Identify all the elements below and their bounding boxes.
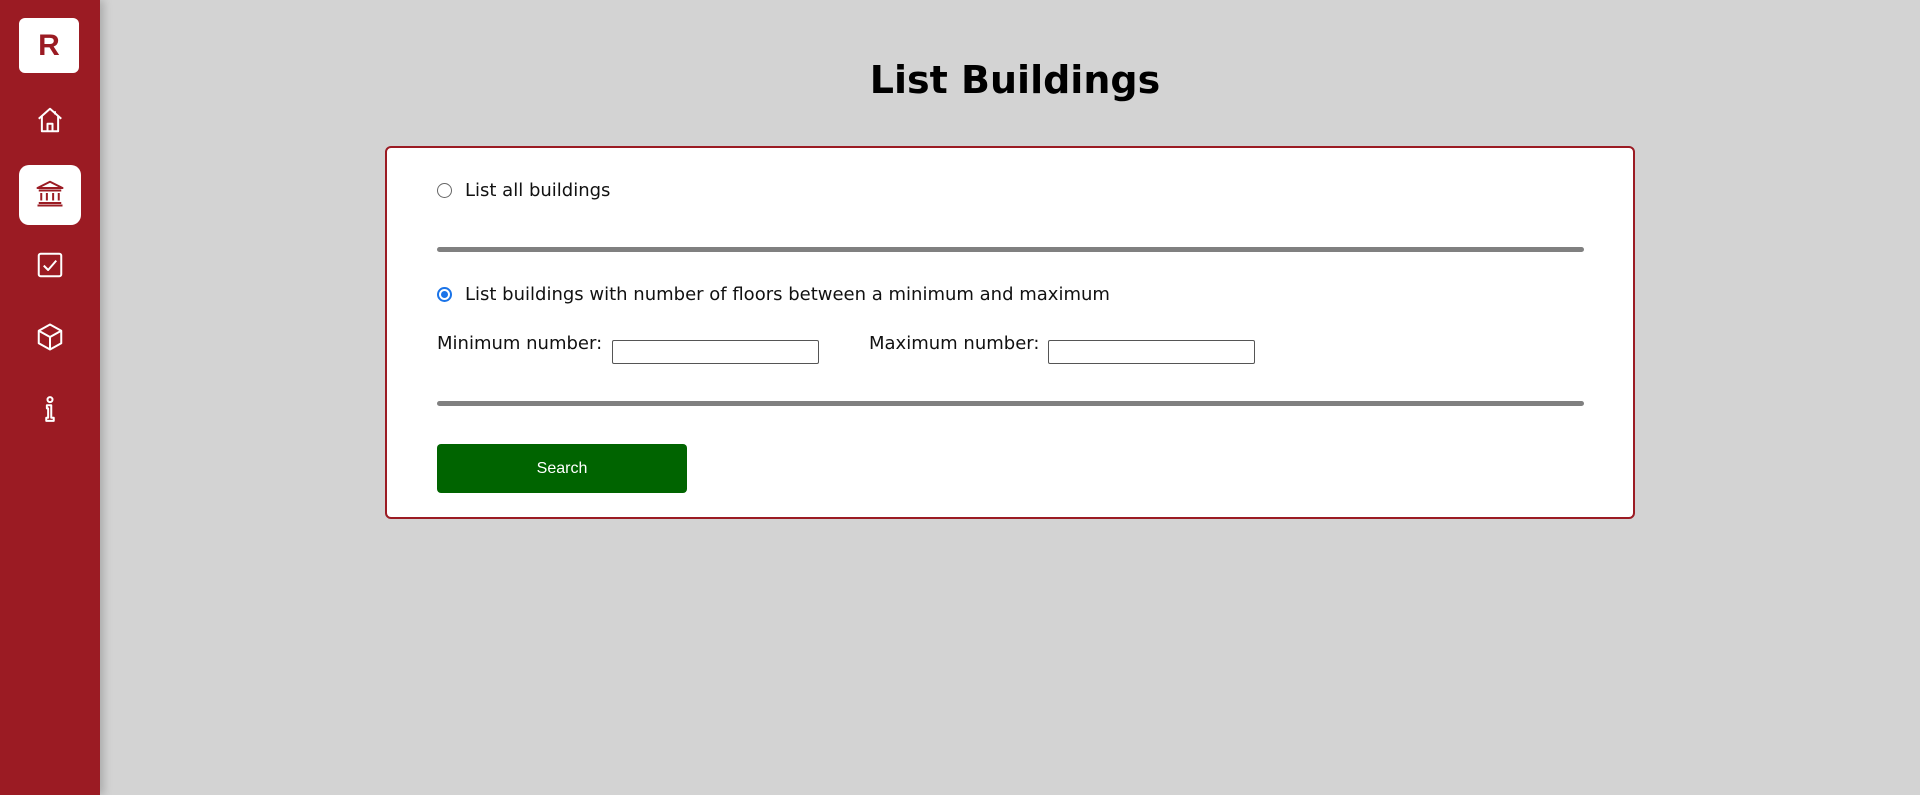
- divider: [437, 401, 1584, 406]
- option-all-label: List all buildings: [465, 180, 611, 201]
- building-icon: [35, 178, 65, 213]
- minimum-number-input[interactable]: [612, 340, 819, 364]
- logo-text: R: [38, 28, 60, 62]
- info-icon: [35, 394, 65, 429]
- app: R List Buildings List all buildings List…: [0, 0, 1920, 795]
- sidebar-item-packages[interactable]: [19, 309, 81, 369]
- divider: [437, 247, 1584, 252]
- option-floor-range[interactable]: List buildings with number of floors bet…: [437, 284, 1110, 305]
- sidebar-item-buildings[interactable]: [19, 165, 81, 225]
- sidebar-item-tasks[interactable]: [19, 237, 81, 297]
- maximum-number-input[interactable]: [1048, 340, 1255, 364]
- maximum-label: Maximum number:: [869, 333, 1040, 354]
- option-all-buildings[interactable]: List all buildings: [437, 180, 610, 201]
- radio-floor-range[interactable]: [437, 287, 452, 302]
- search-button[interactable]: Search: [437, 444, 687, 493]
- search-panel: List all buildings List buildings with n…: [385, 146, 1635, 519]
- sidebar-item-info[interactable]: [19, 381, 81, 441]
- app-logo[interactable]: R: [19, 18, 79, 73]
- minimum-label: Minimum number:: [437, 333, 603, 354]
- option-range-label: List buildings with number of floors bet…: [465, 284, 1110, 305]
- cube-icon: [35, 322, 65, 357]
- sidebar-item-home[interactable]: [19, 92, 81, 152]
- radio-all-buildings[interactable]: [437, 183, 452, 198]
- sidebar: R: [0, 0, 100, 795]
- checkbox-icon: [35, 250, 65, 285]
- page-title: List Buildings: [869, 58, 1161, 102]
- home-icon: [35, 105, 65, 140]
